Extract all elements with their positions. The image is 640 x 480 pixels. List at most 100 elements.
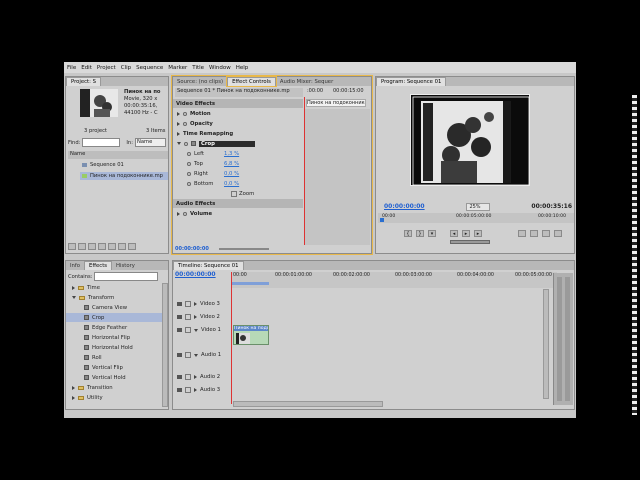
find-input[interactable] xyxy=(82,138,121,147)
find-button[interactable] xyxy=(98,243,106,250)
timeline-ruler[interactable]: 00:00 00:00:01:00:00 00:00:02:00:00 00:0… xyxy=(231,272,557,288)
contains-input[interactable] xyxy=(94,272,159,281)
toggle-effect-icon[interactable] xyxy=(183,121,187,126)
effects-tree-item[interactable]: Camera View xyxy=(66,303,162,312)
lock-icon[interactable] xyxy=(185,314,191,320)
extract-button[interactable] xyxy=(530,230,538,237)
effects-tree-item[interactable]: Crop xyxy=(66,313,162,322)
expand-icon[interactable] xyxy=(72,385,75,390)
expand-icon[interactable] xyxy=(72,285,75,290)
effect-controls-timecode[interactable]: 00:00:00:00 xyxy=(175,246,209,252)
menu-item-sequence[interactable]: Sequence xyxy=(136,65,163,71)
zoom-checkbox[interactable] xyxy=(231,190,237,197)
new-bin-button[interactable] xyxy=(108,243,116,250)
param-bottom-row[interactable]: Bottom 0,0 % xyxy=(173,179,303,188)
lock-icon[interactable] xyxy=(185,301,191,307)
project-item-clip[interactable]: Пинок на подоконнике.mp xyxy=(80,172,168,180)
work-area-bar[interactable] xyxy=(231,282,269,285)
tab-effects[interactable]: Effects xyxy=(84,261,113,270)
collapse-icon[interactable] xyxy=(177,142,181,145)
expand-icon[interactable] xyxy=(194,375,197,379)
eye-icon[interactable] xyxy=(177,328,182,332)
toggle-effect-icon[interactable] xyxy=(184,141,188,146)
tab-info[interactable]: Info xyxy=(66,262,84,270)
timeline-vertical-scrollbar[interactable] xyxy=(543,289,549,399)
lock-icon[interactable] xyxy=(185,327,191,333)
effects-tree-item[interactable]: Vertical Flip xyxy=(66,363,162,372)
stopwatch-icon[interactable] xyxy=(187,181,191,186)
stopwatch-icon[interactable] xyxy=(187,151,191,156)
speaker-icon[interactable] xyxy=(177,353,182,357)
lift-button[interactable] xyxy=(518,230,526,237)
collapse-icon[interactable] xyxy=(194,328,198,332)
param-top-row[interactable]: Top 6,8 % xyxy=(173,159,303,168)
lock-icon[interactable] xyxy=(185,374,191,380)
tab-project[interactable]: Project: S xyxy=(66,77,101,86)
menu-item-marker[interactable]: Marker xyxy=(168,65,187,71)
param-left-value[interactable]: 1,3 % xyxy=(224,151,239,157)
delete-button[interactable] xyxy=(128,243,136,250)
eye-icon[interactable] xyxy=(177,302,182,306)
lock-icon[interactable] xyxy=(185,387,191,393)
automate-button[interactable] xyxy=(88,243,96,250)
new-item-button[interactable] xyxy=(118,243,126,250)
menu-item-file[interactable]: File xyxy=(67,65,76,71)
effects-tree-item[interactable]: Transform xyxy=(66,293,162,302)
menu-item-help[interactable]: Help xyxy=(236,65,249,71)
step-forward-button[interactable]: ▸ xyxy=(474,230,482,237)
list-view-button[interactable] xyxy=(68,243,76,250)
expand-icon[interactable] xyxy=(72,395,75,400)
program-ruler[interactable]: 00:00 00:00:05:00:00 00:00:10:00 xyxy=(378,213,574,223)
eye-icon[interactable] xyxy=(177,315,182,319)
stopwatch-icon[interactable] xyxy=(187,161,191,166)
expand-icon[interactable] xyxy=(194,388,197,392)
volume-row[interactable]: Volume xyxy=(173,209,303,218)
effects-tree-item[interactable]: Time xyxy=(66,283,162,292)
effects-tree-item[interactable]: Roll xyxy=(66,353,162,362)
menu-item-title[interactable]: Title xyxy=(192,65,204,71)
program-zoom-select[interactable]: 25% xyxy=(466,202,490,211)
toggle-effect-icon[interactable] xyxy=(183,211,187,216)
playhead-icon[interactable] xyxy=(380,218,384,222)
menu-item-window[interactable]: Window xyxy=(209,65,231,71)
effects-tree-item[interactable]: Transition xyxy=(66,383,162,392)
project-item-sequence[interactable]: Sequence 01 xyxy=(82,162,124,168)
step-back-button[interactable]: ◂ xyxy=(450,230,458,237)
timeline-horizontal-scrollbar[interactable] xyxy=(233,401,383,407)
expand-icon[interactable] xyxy=(177,131,180,136)
expand-icon[interactable] xyxy=(177,111,180,116)
expand-icon[interactable] xyxy=(194,315,197,319)
program-viewer[interactable] xyxy=(410,94,530,186)
set-in-button[interactable]: { xyxy=(404,230,412,237)
effects-tree-item[interactable]: Vertical Hold xyxy=(66,373,162,382)
crop-row[interactable]: Crop xyxy=(173,139,303,148)
menu-item-project[interactable]: Project xyxy=(97,65,116,71)
effects-tree-item[interactable]: Horizontal Flip xyxy=(66,333,162,342)
icon-view-button[interactable] xyxy=(78,243,86,250)
program-timecode[interactable]: 00:00:00:00 xyxy=(384,203,425,210)
menu-item-clip[interactable]: Clip xyxy=(121,65,131,71)
tab-program[interactable]: Program: Sequence 01 xyxy=(376,77,447,86)
param-right-row[interactable]: Right 0,0 % xyxy=(173,169,303,178)
collapse-icon[interactable] xyxy=(72,296,76,299)
param-right-value[interactable]: 0,0 % xyxy=(224,171,239,177)
expand-icon[interactable] xyxy=(177,121,180,126)
expand-icon[interactable] xyxy=(194,302,197,306)
opacity-row[interactable]: Opacity xyxy=(173,119,303,128)
effects-tree-item[interactable]: Edge Feather xyxy=(66,323,162,332)
param-left-row[interactable]: Left 1,3 % xyxy=(173,149,303,158)
set-out-button[interactable]: } xyxy=(416,230,424,237)
expand-icon[interactable] xyxy=(177,211,180,216)
timeline-timecode[interactable]: 00:00:00:00 xyxy=(175,271,216,278)
effect-keyframe-area[interactable] xyxy=(304,109,370,245)
stopwatch-icon[interactable] xyxy=(187,171,191,176)
export-frame-button[interactable] xyxy=(554,230,562,237)
param-top-value[interactable]: 6,8 % xyxy=(224,161,239,167)
tab-timeline[interactable]: Timeline: Sequence 01 xyxy=(173,261,244,270)
speaker-icon[interactable] xyxy=(177,388,182,392)
motion-row[interactable]: Motion xyxy=(173,109,303,118)
in-select[interactable]: Name xyxy=(134,138,166,147)
param-bottom-value[interactable]: 0,0 % xyxy=(224,181,239,187)
trim-button[interactable] xyxy=(542,230,550,237)
name-column-header[interactable]: Name xyxy=(68,151,168,159)
